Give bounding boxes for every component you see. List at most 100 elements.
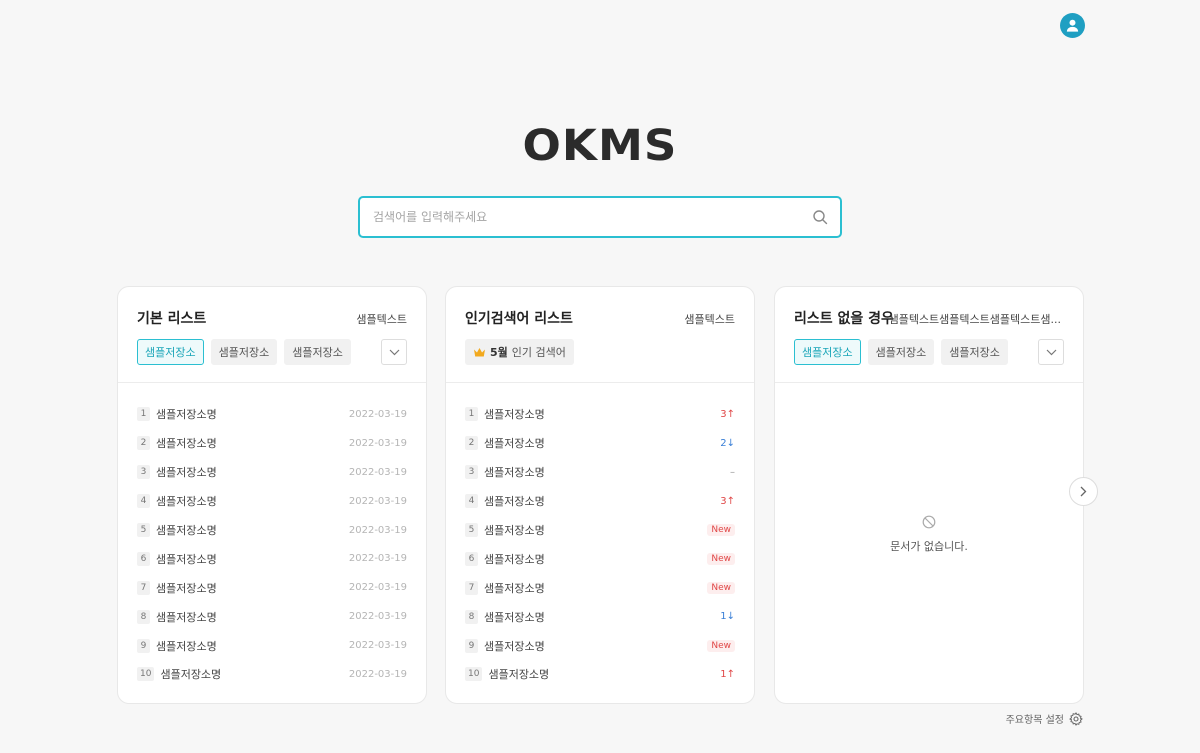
list-item[interactable]: 3 샘플저장소명 2022-03-19 [137, 458, 407, 487]
card-header: 기본 리스트 샘플텍스트 샘플저장소 샘플저장소 샘플저장소 [118, 287, 426, 383]
rank-change: 3↑ [720, 408, 735, 420]
item-name: 샘플저장소명 [156, 524, 217, 537]
item-name: 샘플저장소명 [156, 610, 217, 624]
card-title: 리스트 없을 경우 [794, 311, 894, 327]
item-name: 샘플저장소명 [484, 408, 545, 422]
item-name: 샘플저장소명 [488, 668, 550, 682]
month-suffix: 인기 검색어 [511, 346, 566, 359]
list-item[interactable]: 2 샘플저장소명 2022-03-19 [137, 429, 407, 458]
settings-label: 주요항목 설정 [1005, 715, 1064, 726]
item-date: 2022-03-19 [348, 668, 407, 680]
card-subtitle: 샘플텍스트 [684, 313, 735, 326]
empty-state: 문서가 없습니다. [775, 515, 1083, 554]
item-name: 샘플저장소명 [156, 466, 217, 480]
tag-repository-3[interactable]: 샘플저장소 [941, 339, 1008, 365]
rank-badge: 8 [137, 609, 150, 624]
rank-badge: 3 [137, 465, 150, 480]
list-item[interactable]: 8 샘플저장소명 2022-03-19 [137, 602, 407, 631]
rank-badge: 10 [465, 667, 483, 682]
item-date: 2022-03-19 [348, 640, 407, 652]
tag-dropdown-button[interactable] [1038, 339, 1064, 365]
tag-repository-3[interactable]: 샘플저장소 [284, 339, 351, 365]
search-icon[interactable] [812, 209, 828, 225]
rank-badge: 1 [465, 407, 478, 422]
list-item[interactable]: 5 샘플저장소명 New [465, 516, 735, 545]
rank-badge: 9 [137, 638, 150, 653]
item-date: 2022-03-19 [348, 553, 407, 565]
rank-badge: 3 [465, 465, 478, 480]
user-avatar-button[interactable] [1060, 13, 1085, 38]
rank-badge: 9 [465, 638, 478, 653]
rank-change: 1↑ [720, 668, 735, 680]
item-name: 샘플저장소명 [156, 408, 217, 422]
card-header: 인기검색어 리스트 샘플텍스트 5월 인기 검색어 [446, 287, 754, 383]
list-item[interactable]: 5 샘플저장소명 2022-03-19 [137, 516, 407, 545]
list-item[interactable]: 1 샘플저장소명 3↑ [465, 400, 735, 429]
item-name: 샘플저장소명 [484, 495, 545, 509]
list-item[interactable]: 4 샘플저장소명 3↑ [465, 487, 735, 516]
rank-badge: 2 [137, 436, 150, 451]
item-date: 2022-03-19 [348, 408, 407, 420]
item-name: 샘플저장소명 [156, 495, 217, 509]
list-item[interactable]: 9 샘플저장소명 New [465, 631, 735, 660]
tag-repository-1[interactable]: 샘플저장소 [137, 339, 204, 365]
list-item[interactable]: 6 샘플저장소명 New [465, 544, 735, 573]
tag-repository-2[interactable]: 샘플저장소 [210, 339, 278, 365]
list-item[interactable]: 1 샘플저장소명 2022-03-19 [137, 400, 407, 429]
list-item[interactable]: 7 샘플저장소명 New [465, 573, 735, 602]
list-item[interactable]: 3 샘플저장소명 – [465, 458, 735, 487]
rank-change: New [707, 639, 735, 652]
rank-badge: 4 [137, 494, 150, 509]
next-page-button[interactable] [1069, 477, 1098, 506]
chevron-right-icon [1080, 486, 1087, 497]
month-label: 5월 [490, 346, 508, 359]
list-item[interactable]: 8 샘플저장소명 1↓ [465, 602, 735, 631]
basic-list: 1 샘플저장소명 2022-03-19 2 샘플저장소명 2022-03-19 3 샘플저장소… [137, 400, 407, 689]
main-items-settings-button[interactable]: 주요항목 설정 [1006, 711, 1083, 726]
user-avatar-icon [1066, 19, 1079, 32]
okms-logo: OKMS [522, 121, 678, 171]
list-item[interactable]: 9 샘플저장소명 2022-03-19 [137, 631, 407, 660]
rank-badge: 10 [137, 667, 155, 682]
item-name: 샘플저장소명 [484, 581, 545, 595]
tag-dropdown-button[interactable] [381, 339, 407, 365]
crown-icon [474, 348, 485, 357]
card-subtitle: 샘플텍스트샘플텍스트샘플텍스트샘... [888, 313, 1061, 326]
card-basic-list: 기본 리스트 샘플텍스트 샘플저장소 샘플저장소 샘플저장소 1 샘플저장소명 20… [117, 286, 427, 704]
rank-change: New [707, 581, 735, 594]
item-date: 2022-03-19 [348, 611, 407, 623]
item-name: 샘플저장소명 [156, 639, 217, 653]
list-item[interactable]: 10 샘플저장소명 1↑ [465, 660, 735, 689]
tag-repository-1[interactable]: 샘플저장소 [794, 339, 861, 365]
list-item[interactable]: 7 샘플저장소명 2022-03-19 [137, 573, 407, 602]
list-item[interactable]: 4 샘플저장소명 2022-03-19 [137, 487, 407, 516]
card-popular-search: 인기검색어 리스트 샘플텍스트 5월 인기 검색어 1 샘플저장소명 3↑ 2 샘플저장… [445, 286, 755, 704]
card-title: 기본 리스트 [137, 311, 207, 327]
rank-badge: 7 [137, 580, 150, 595]
popular-list: 1 샘플저장소명 3↑ 2 샘플저장소명 2↓ 3 샘플저장소명 – 4 샘플저장소명 3↑ 5 샘플저장… [465, 400, 735, 689]
search-bar [358, 196, 842, 238]
gear-icon [1069, 711, 1083, 726]
rank-change: New [707, 552, 735, 565]
item-name: 샘플저장소명 [156, 581, 217, 595]
item-name: 샘플저장소명 [484, 610, 545, 624]
item-date: 2022-03-19 [348, 495, 407, 507]
chevron-down-icon [1046, 349, 1056, 355]
rank-badge: 6 [137, 551, 150, 566]
list-item[interactable]: 6 샘플저장소명 2022-03-19 [137, 544, 407, 573]
rank-change: New [707, 524, 735, 536]
item-name: 샘플저장소명 [484, 437, 545, 451]
rank-badge: 4 [465, 494, 478, 509]
rank-badge: 2 [465, 436, 478, 451]
empty-message: 문서가 없습니다. [890, 540, 968, 553]
item-name: 샘플저장소명 [160, 668, 222, 682]
search-input[interactable] [373, 210, 812, 224]
list-item[interactable]: 2 샘플저장소명 2↓ [465, 429, 735, 458]
rank-badge: 5 [137, 523, 150, 537]
rank-badge: 1 [137, 407, 150, 422]
tag-repository-2[interactable]: 샘플저장소 [867, 339, 935, 365]
item-name: 샘플저장소명 [484, 524, 545, 537]
list-item[interactable]: 10 샘플저장소명 2022-03-19 [137, 660, 407, 689]
rank-change: – [730, 466, 735, 478]
item-name: 샘플저장소명 [156, 437, 217, 451]
